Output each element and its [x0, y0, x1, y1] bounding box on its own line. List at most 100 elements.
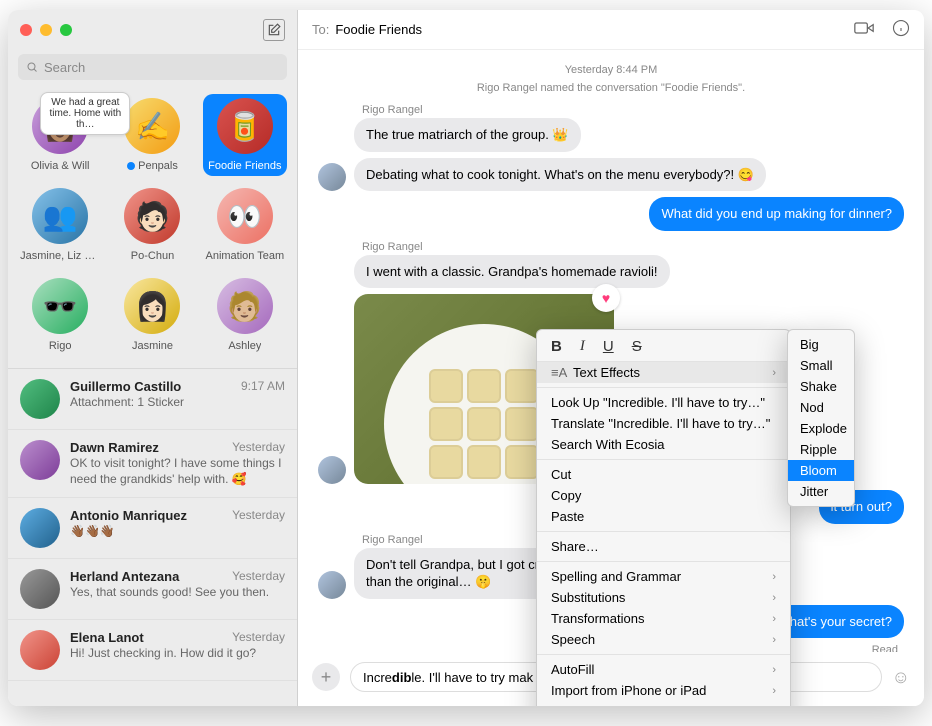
info-button[interactable]: [892, 19, 910, 40]
menu-import[interactable]: Import from iPhone or iPad›: [537, 680, 790, 701]
chevron-right-icon: ›: [772, 685, 776, 697]
attach-button[interactable]: +: [312, 663, 340, 691]
pinned-conversation[interactable]: 🕶️ Rigo: [18, 274, 102, 356]
menu-share[interactable]: Share…: [537, 536, 790, 557]
conv-time: Yesterday: [232, 508, 285, 523]
tapback-heart-icon[interactable]: ♥: [592, 284, 620, 312]
effect-option[interactable]: Nod: [788, 397, 854, 418]
pinned-conversation[interactable]: 🧑🏻Po-Chun: [110, 184, 194, 266]
menu-spelling[interactable]: Spelling and Grammar›: [537, 566, 790, 587]
emoji-button[interactable]: ☺: [892, 667, 910, 688]
pin-label: Foodie Friends: [208, 160, 281, 172]
conv-preview: Attachment: 1 Sticker: [70, 394, 285, 410]
strike-button[interactable]: S: [632, 338, 642, 355]
avatar: 🕶️: [32, 278, 88, 334]
conv-preview: Hi! Just checking in. How did it go?: [70, 645, 285, 661]
sidebar: Search 👩🏽Olivia & Will✍️PenpalsWe had a …: [8, 10, 298, 706]
pinned-conversation[interactable]: 👥 Jasmine, Liz &…: [18, 184, 102, 266]
bold-button[interactable]: B: [551, 338, 562, 355]
pin-label: Olivia & Will: [31, 160, 90, 172]
chevron-right-icon: ›: [772, 367, 776, 379]
avatar: ✍️: [124, 98, 180, 154]
conversation-row[interactable]: Guillermo Castillo 9:17 AMAttachment: 1 S…: [8, 369, 297, 430]
avatar: 🥫: [217, 98, 273, 154]
search-input[interactable]: Search: [18, 54, 287, 80]
format-row: B I U S: [537, 334, 790, 362]
chevron-right-icon: ›: [772, 634, 776, 646]
menu-search[interactable]: Search With Ecosia: [537, 434, 790, 455]
conv-preview: Yes, that sounds good! See you then.: [70, 584, 285, 600]
facetime-button[interactable]: [854, 21, 874, 38]
conversation-row[interactable]: Dawn Ramirez YesterdayOK to visit tonight…: [8, 430, 297, 498]
pin-label: Jasmine: [132, 340, 173, 352]
conversation-row[interactable]: Elena LanotYesterdayHi! Just checking in…: [8, 620, 297, 681]
pinned-conversation[interactable]: ✍️PenpalsWe had a great time. Home with …: [110, 94, 194, 176]
chevron-right-icon: ›: [772, 592, 776, 604]
pinned-conversation[interactable]: 👀Animation Team: [203, 184, 287, 266]
pinned-grid: 👩🏽Olivia & Will✍️PenpalsWe had a great t…: [8, 90, 297, 368]
menu-paste[interactable]: Paste: [537, 506, 790, 527]
pinned-conversation[interactable]: 🧑🏼Ashley: [203, 274, 287, 356]
fullscreen-button[interactable]: [60, 24, 72, 36]
avatar: [20, 508, 60, 548]
effect-option[interactable]: Small: [788, 355, 854, 376]
search-icon: [26, 61, 38, 73]
message-bubble[interactable]: I went with a classic. Grandpa's homemad…: [354, 255, 670, 289]
conv-time: 9:17 AM: [241, 379, 285, 394]
text-effects-submenu[interactable]: BigSmallShakeNodExplodeRippleBloomJitter: [787, 329, 855, 507]
to-value: Foodie Friends: [335, 22, 422, 37]
context-menu[interactable]: B I U S ≡AText Effects› Look Up "Incredi…: [536, 329, 791, 706]
message-bubble[interactable]: Debating what to cook tonight. What's on…: [354, 158, 766, 192]
menu-autofill[interactable]: AutoFill›: [537, 659, 790, 680]
pin-label: Jasmine, Liz &…: [20, 250, 100, 262]
menu-speech[interactable]: Speech›: [537, 629, 790, 650]
conv-name: Dawn Ramirez: [70, 440, 159, 455]
menu-copy[interactable]: Copy: [537, 485, 790, 506]
effect-option[interactable]: Big: [788, 334, 854, 355]
effect-option[interactable]: Explode: [788, 418, 854, 439]
preview-tooltip: We had a great time. Home with th…: [40, 92, 130, 135]
conv-name: Herland Antezana: [70, 569, 179, 584]
search-placeholder: Search: [44, 60, 85, 75]
pinned-conversation[interactable]: 👩🏻 Jasmine: [110, 274, 194, 356]
menu-cut[interactable]: Cut: [537, 464, 790, 485]
conv-name: Guillermo Castillo: [70, 379, 181, 394]
avatar: [20, 379, 60, 419]
conversation-row[interactable]: Herland Antezana YesterdayYes, that sound…: [8, 559, 297, 620]
effect-option[interactable]: Ripple: [788, 439, 854, 460]
effect-option[interactable]: Jitter: [788, 481, 854, 502]
conv-preview: OK to visit tonight? I have some things …: [70, 455, 285, 487]
avatar: [20, 440, 60, 480]
titlebar: [8, 10, 297, 50]
message-bubble[interactable]: What did you end up making for dinner?: [649, 197, 904, 231]
underline-button[interactable]: U: [603, 338, 614, 355]
pin-label: Rigo: [49, 340, 72, 352]
menu-lookup[interactable]: Look Up "Incredible. I'll have to try…": [537, 392, 790, 413]
pin-label: Po-Chun: [131, 250, 174, 262]
minimize-button[interactable]: [40, 24, 52, 36]
italic-button[interactable]: I: [580, 338, 585, 355]
avatar: 👩🏻: [124, 278, 180, 334]
effect-option[interactable]: Bloom: [788, 460, 854, 481]
menu-text-effects[interactable]: ≡AText Effects›: [537, 362, 790, 383]
text-effects-icon: ≡A: [551, 365, 569, 380]
conversation-list[interactable]: Guillermo Castillo 9:17 AMAttachment: 1 S…: [8, 368, 297, 706]
conv-time: Yesterday: [232, 440, 285, 455]
avatar: 👀: [217, 188, 273, 244]
sender-label: Rigo Rangel: [362, 104, 904, 116]
menu-translate[interactable]: Translate "Incredible. I'll have to try……: [537, 413, 790, 434]
pinned-conversation[interactable]: 🥫 Foodie Friends: [203, 94, 287, 176]
message-bubble[interactable]: The true matriarch of the group. 👑: [354, 118, 581, 152]
chevron-right-icon: ›: [772, 613, 776, 625]
menu-transformations[interactable]: Transformations›: [537, 608, 790, 629]
menu-services[interactable]: Services›: [537, 701, 790, 706]
close-button[interactable]: [20, 24, 32, 36]
effect-option[interactable]: Shake: [788, 376, 854, 397]
menu-substitutions[interactable]: Substitutions›: [537, 587, 790, 608]
compose-button[interactable]: [263, 19, 285, 41]
conv-name: Elena Lanot: [70, 630, 144, 645]
conv-time: Yesterday: [232, 569, 285, 584]
conversation-row[interactable]: Antonio ManriquezYesterday👋🏾👋🏾👋🏾: [8, 498, 297, 559]
conversation-header: To: Foodie Friends: [298, 10, 924, 50]
avatar: 👥: [32, 188, 88, 244]
